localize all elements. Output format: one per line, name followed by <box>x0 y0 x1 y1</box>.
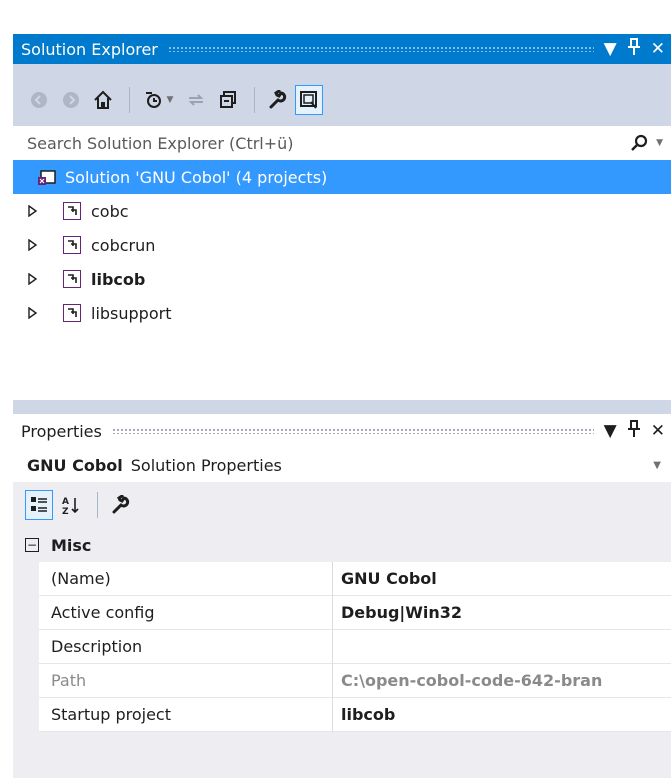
tree-item-project[interactable]: cobcrun <box>13 228 671 262</box>
categorized-icon <box>31 497 47 512</box>
tree-item-solution[interactable]: Solution 'GNU Cobol' (4 projects) <box>13 160 671 194</box>
property-value[interactable] <box>333 630 671 664</box>
pending-changes-filter-button[interactable]: ▼ <box>138 85 178 115</box>
collapse-box-icon[interactable]: − <box>25 538 39 552</box>
vc-project-icon <box>63 304 81 322</box>
chevron-down-icon: ▼ <box>166 95 174 105</box>
tree-item-project[interactable]: libsupport <box>13 296 671 330</box>
pane-splitter[interactable] <box>13 400 671 408</box>
search-input[interactable] <box>25 132 631 154</box>
close-icon[interactable]: ✕ <box>651 421 665 441</box>
property-name: Path <box>39 664 333 698</box>
home-button[interactable] <box>89 85 117 115</box>
project-label: libcob <box>91 269 146 289</box>
project-label: cobc <box>91 201 129 221</box>
vc-project-icon <box>63 270 81 288</box>
search-options-dropdown-icon[interactable]: ▼ <box>656 138 663 148</box>
vc-project-icon <box>63 236 81 254</box>
pin-icon[interactable] <box>627 37 641 61</box>
property-value[interactable]: libcob <box>333 698 671 732</box>
collapse-all-icon <box>220 91 236 108</box>
expand-triangle-icon[interactable] <box>25 239 41 251</box>
project-label: libsupport <box>91 303 172 323</box>
object-selector-dropdown[interactable]: GNU Cobol Solution Properties ▼ <box>13 448 671 482</box>
category-row-misc[interactable]: − Misc <box>13 528 671 562</box>
svg-text:Z: Z <box>62 507 69 516</box>
properties-toolbar: AZ <box>13 482 671 528</box>
property-grid: − Misc (Name) GNU Cobol Active config De… <box>13 528 671 778</box>
tree-item-startup-project[interactable]: libcob <box>13 262 671 296</box>
property-value[interactable]: Debug|Win32 <box>333 596 671 630</box>
back-arrow-icon <box>31 92 47 108</box>
tool-window-frame: Solution Explorer ▼ ✕ ▼ Search Solution … <box>13 34 671 778</box>
solution-explorer-titlebar[interactable]: Solution Explorer ▼ ✕ <box>13 34 671 64</box>
chevron-down-icon: ▼ <box>653 459 661 471</box>
selected-object-name: GNU Cobol <box>27 455 123 475</box>
alphabetical-button[interactable]: AZ <box>57 490 85 520</box>
wrench-icon <box>269 90 287 109</box>
expand-triangle-icon[interactable] <box>25 205 41 217</box>
property-row-startup-project[interactable]: Startup project libcob <box>39 698 671 732</box>
sync-arrows-icon <box>188 94 204 106</box>
solution-explorer-toolbar: ▼ <box>13 80 671 120</box>
solution-icon <box>37 167 57 187</box>
pin-icon[interactable] <box>627 419 641 443</box>
property-value[interactable]: C:\open-cobol-code-642-bran <box>333 664 671 698</box>
close-icon[interactable]: ✕ <box>651 39 665 59</box>
property-name: Active config <box>39 596 333 630</box>
property-name: (Name) <box>39 562 333 596</box>
svg-text:A: A <box>62 497 69 507</box>
property-row-name[interactable]: (Name) GNU Cobol <box>39 562 671 596</box>
property-value[interactable]: GNU Cobol <box>333 562 671 596</box>
home-icon <box>94 90 112 109</box>
preview-selected-items-button[interactable] <box>295 85 323 115</box>
titlebar-grip <box>111 428 594 434</box>
expand-triangle-icon[interactable] <box>25 273 41 285</box>
search-icon[interactable] <box>630 133 650 153</box>
properties-titlebar[interactable]: Properties ▼ ✕ <box>13 414 671 448</box>
category-label: Misc <box>51 535 92 555</box>
history-clock-icon <box>145 92 161 108</box>
property-row-active-config[interactable]: Active config Debug|Win32 <box>39 596 671 630</box>
window-menu-icon[interactable]: ▼ <box>604 421 617 441</box>
property-row-description[interactable]: Description <box>39 630 671 664</box>
back-button[interactable] <box>25 85 53 115</box>
project-label: cobcrun <box>91 235 156 255</box>
sort-alphabetical-icon: AZ <box>62 497 79 516</box>
wrench-icon <box>112 495 130 514</box>
property-name: Startup project <box>39 698 333 732</box>
window-menu-icon[interactable]: ▼ <box>604 39 617 59</box>
solution-label: Solution 'GNU Cobol' (4 projects) <box>65 167 328 187</box>
properties-button[interactable] <box>263 85 291 115</box>
vc-project-icon <box>63 202 81 220</box>
toolbar-separator <box>129 87 130 113</box>
search-box[interactable]: ▼ <box>13 126 671 160</box>
titlebar-grip <box>167 46 594 52</box>
solution-tree: Solution 'GNU Cobol' (4 projects) cobc c… <box>13 160 671 400</box>
property-row-path[interactable]: Path C:\open-cobol-code-642-bran <box>39 664 671 698</box>
tree-item-project[interactable]: cobc <box>13 194 671 228</box>
categorized-button[interactable] <box>25 490 53 520</box>
sync-button[interactable] <box>182 85 210 115</box>
property-name: Description <box>39 630 333 664</box>
toolbar-separator <box>254 87 255 113</box>
expand-triangle-icon[interactable] <box>25 307 41 319</box>
properties-title: Properties <box>21 421 102 441</box>
collapse-all-button[interactable] <box>214 85 242 115</box>
solution-explorer-title: Solution Explorer <box>21 39 158 59</box>
preview-icon <box>300 91 317 109</box>
property-pages-button[interactable] <box>106 490 134 520</box>
selected-object-type: Solution Properties <box>130 455 282 475</box>
forward-arrow-icon <box>63 92 79 108</box>
toolbar-separator <box>97 492 98 518</box>
forward-button[interactable] <box>57 85 85 115</box>
